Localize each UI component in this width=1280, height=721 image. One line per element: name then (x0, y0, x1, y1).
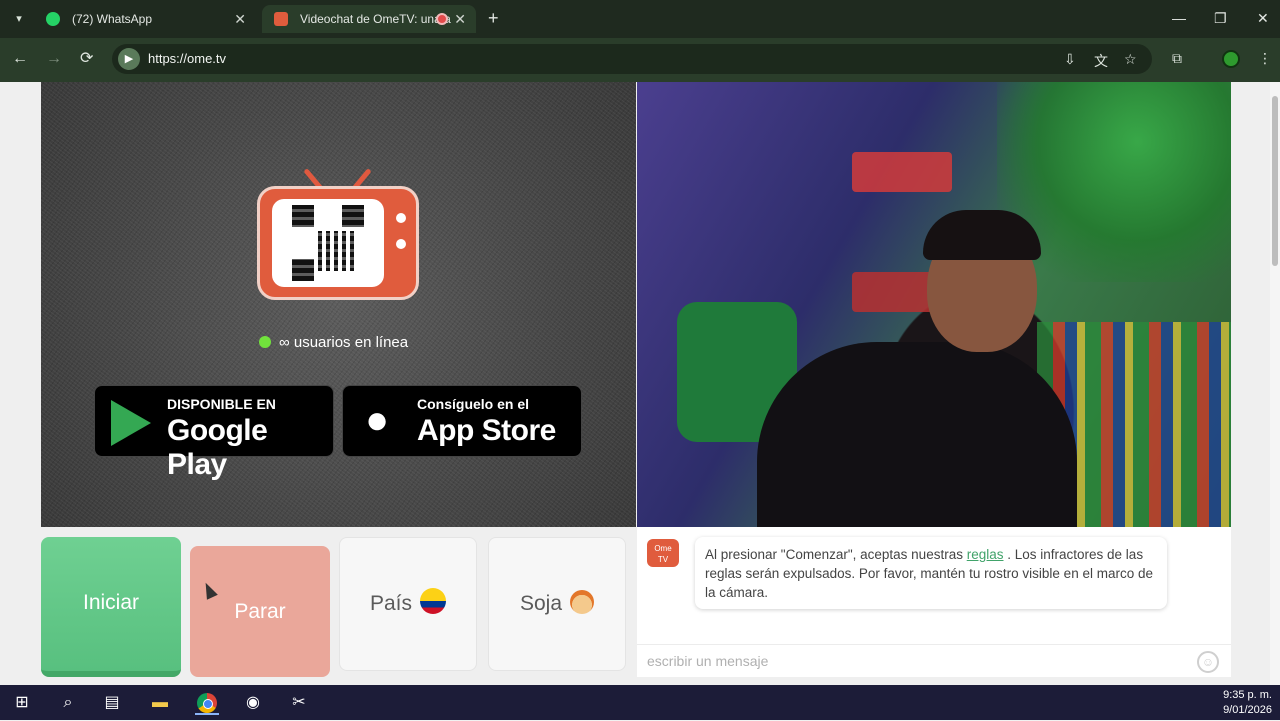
extensions-icon[interactable]: ⧉ (1172, 50, 1182, 67)
whatsapp-icon (46, 12, 60, 26)
app-store-big: App Store (417, 414, 556, 447)
emoji-icon[interactable]: ☺ (1197, 651, 1219, 673)
profile-avatar[interactable] (1222, 50, 1240, 68)
obs-icon[interactable]: ◉ (241, 691, 265, 715)
shelf-item (852, 152, 952, 192)
site-info-icon[interactable]: ▶ (118, 48, 140, 70)
app-store-badge[interactable]: ● Consíguelo en el App Store (342, 385, 582, 457)
close-icon[interactable]: ✕ (234, 5, 246, 33)
ometv-icon (274, 12, 288, 26)
country-filter-button[interactable]: País (339, 537, 477, 671)
page-scrollbar[interactable] (1270, 82, 1280, 685)
clock-date: 9/01/2026 (1223, 704, 1272, 716)
google-play-icon (111, 400, 151, 446)
tv-qr-logo (257, 154, 419, 304)
rules-link[interactable]: reglas (967, 547, 1004, 562)
person-hair (923, 210, 1041, 260)
self-camera-video (637, 82, 1231, 527)
search-icon[interactable]: ⌕ (56, 691, 80, 715)
google-play-big: Google Play (167, 414, 268, 481)
chrome-logo (197, 693, 217, 713)
country-label: País (369, 592, 413, 615)
ometv-page: ∞ usuarios en línea DISPONIBLE EN Google… (0, 82, 1270, 685)
system-message: Al presionar "Comenzar", aceptas nuestra… (695, 537, 1167, 609)
tab-search-icon[interactable]: ▾ (8, 8, 30, 30)
google-play-small: DISPONIBLE EN (167, 396, 276, 412)
close-icon[interactable]: ✕ (454, 5, 466, 33)
windows-taskbar: ⊞ ⌕ ▤ ▬ ◉ ✂ 9:35 p. m. 9/01/2026 (0, 685, 1280, 720)
task-view-icon[interactable]: ▤ (100, 691, 124, 715)
message-text: Al presionar "Comenzar", aceptas nuestra… (705, 547, 967, 562)
clock-time: 9:35 p. m. (1223, 689, 1272, 701)
tv-static-texture (41, 82, 636, 527)
maximize-button[interactable]: ❐ (1214, 10, 1227, 27)
address-bar[interactable]: ▶ https://ome.tv ⇩ 文 ☆ (112, 44, 1152, 74)
translate-icon[interactable]: 文 (1094, 51, 1108, 71)
tab-ometv[interactable]: Videochat de OmeTV: una a ✕ (262, 5, 476, 33)
browser-tab-strip: ▾ (72) WhatsApp ✕ Videochat de OmeTV: un… (0, 0, 1280, 38)
tab-whatsapp[interactable]: (72) WhatsApp ✕ (34, 5, 256, 33)
gender-label: Soja (519, 592, 563, 615)
menu-icon[interactable]: ⋮ (1258, 50, 1272, 67)
forward-button[interactable]: → (46, 49, 62, 69)
logo-text: TV (657, 555, 669, 564)
star-icon[interactable]: ☆ (1124, 51, 1137, 68)
url-text[interactable]: https://ome.tv (148, 51, 226, 66)
person-body (757, 342, 1077, 527)
capcut-icon[interactable]: ✂ (287, 691, 311, 715)
tv-knob (396, 239, 406, 249)
file-explorer-icon[interactable]: ▬ (148, 691, 172, 715)
online-users-text: ∞ usuarios en línea (279, 334, 409, 351)
minimize-button[interactable]: — (1172, 10, 1186, 26)
qr-code-icon (292, 205, 364, 281)
window-close-button[interactable]: ✕ (1257, 10, 1269, 27)
tv-knob (396, 213, 406, 223)
chat-input-bar: ☺ (637, 644, 1231, 677)
stranger-video-placeholder: ∞ usuarios en línea DISPONIBLE EN Google… (41, 82, 636, 527)
colombia-flag-icon (420, 588, 447, 614)
online-dot-icon (259, 336, 271, 348)
reload-button[interactable]: ⟳ (80, 49, 93, 69)
tab-title: Videochat de OmeTV: una a (300, 12, 451, 26)
app-store-small: Consíguelo en el (417, 396, 530, 412)
chrome-icon[interactable] (195, 691, 219, 715)
stop-button[interactable]: Parar (190, 546, 330, 677)
tv-screen (272, 199, 384, 287)
ometv-logo-icon: Ome TV (647, 539, 679, 567)
google-play-badge[interactable]: DISPONIBLE EN Google Play (94, 385, 334, 481)
start-button[interactable]: Iniciar (41, 537, 181, 677)
chat-message-input[interactable] (637, 645, 1197, 677)
back-button[interactable]: ← (12, 49, 28, 69)
recording-icon (436, 13, 448, 25)
system-clock[interactable]: 9:35 p. m. 9/01/2026 (1223, 688, 1272, 718)
tv-body (257, 186, 419, 300)
apple-icon: ● (365, 398, 390, 442)
windows-start-icon[interactable]: ⊞ (10, 691, 34, 715)
scroll-thumb[interactable] (1272, 96, 1278, 266)
boy-face-icon (570, 590, 595, 614)
browser-toolbar: ← → ⟳ ▶ https://ome.tv ⇩ 文 ☆ ⧉ ⋮ (0, 38, 1280, 82)
tab-title: (72) WhatsApp (72, 12, 153, 26)
install-icon[interactable]: ⇩ (1064, 51, 1076, 68)
chat-panel: Ome TV Al presionar "Comenzar", aceptas … (637, 527, 1231, 677)
gender-filter-button[interactable]: Soja (488, 537, 626, 671)
online-users-indicator: ∞ usuarios en línea (259, 334, 408, 351)
logo-text: Ome (654, 544, 672, 553)
new-tab-button[interactable]: + (488, 8, 499, 28)
